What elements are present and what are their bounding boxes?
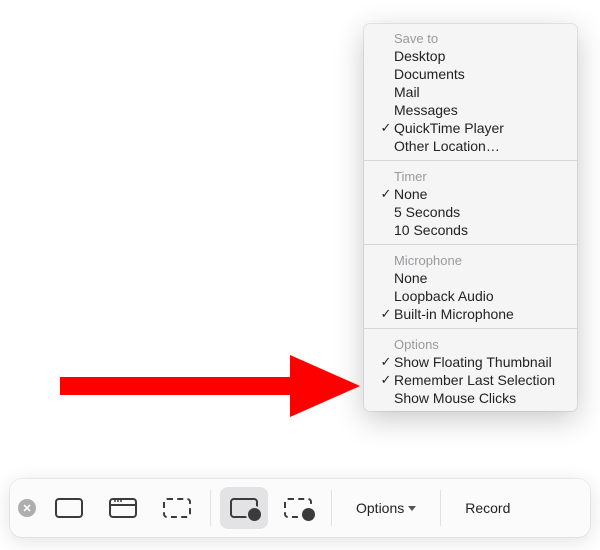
menu-item-timer-none[interactable]: ✓ None	[364, 185, 577, 203]
selection-icon	[163, 498, 191, 518]
menu-item-desktop[interactable]: Desktop	[364, 47, 577, 65]
capture-entire-screen-button[interactable]	[45, 487, 93, 529]
capture-selection-button[interactable]	[153, 487, 201, 529]
menu-item-label: None	[394, 270, 565, 286]
toolbar-divider	[210, 490, 211, 526]
capture-window-button[interactable]	[99, 487, 147, 529]
menu-item-other-location[interactable]: Other Location…	[364, 137, 577, 155]
checkmark-icon: ✓	[378, 186, 394, 202]
checkmark-icon: ✓	[378, 120, 394, 136]
menu-item-label: Loopback Audio	[394, 288, 565, 304]
menu-item-mic-loopback[interactable]: Loopback Audio	[364, 287, 577, 305]
menu-item-label: Show Mouse Clicks	[394, 390, 565, 406]
close-button[interactable]: ✕	[18, 499, 36, 517]
menu-heading-options: Options	[364, 334, 577, 353]
record-button[interactable]: Record	[449, 487, 526, 529]
checkmark-icon: ✓	[378, 372, 394, 388]
toolbar-divider	[440, 490, 441, 526]
menu-divider	[364, 244, 577, 245]
menu-divider	[364, 160, 577, 161]
menu-item-label: Remember Last Selection	[394, 372, 565, 388]
menu-item-label: None	[394, 186, 565, 202]
window-icon	[109, 498, 137, 518]
record-dot-icon	[248, 508, 261, 521]
menu-item-label: QuickTime Player	[394, 120, 565, 136]
menu-item-remember-selection[interactable]: ✓ Remember Last Selection	[364, 371, 577, 389]
record-entire-screen-button[interactable]	[220, 487, 268, 529]
screen-record-icon	[230, 498, 258, 518]
menu-item-timer-5s[interactable]: 5 Seconds	[364, 203, 577, 221]
menu-item-mic-none[interactable]: None	[364, 269, 577, 287]
menu-item-mic-builtin[interactable]: ✓ Built-in Microphone	[364, 305, 577, 323]
menu-item-label: Show Floating Thumbnail	[394, 354, 565, 370]
menu-item-label: 5 Seconds	[394, 204, 565, 220]
screen-icon	[55, 498, 83, 518]
menu-heading-microphone: Microphone	[364, 250, 577, 269]
menu-item-messages[interactable]: Messages	[364, 101, 577, 119]
annotation-arrow-icon	[60, 355, 362, 417]
menu-item-mail[interactable]: Mail	[364, 83, 577, 101]
record-selection-button[interactable]	[274, 487, 322, 529]
options-menu: Save to Desktop Documents Mail Messages …	[364, 24, 577, 411]
menu-item-label: Desktop	[394, 48, 565, 64]
toolbar-divider	[331, 490, 332, 526]
button-label: Record	[465, 500, 510, 516]
menu-item-label: Mail	[394, 84, 565, 100]
menu-item-quicktime-player[interactable]: ✓ QuickTime Player	[364, 119, 577, 137]
menu-item-timer-10s[interactable]: 10 Seconds	[364, 221, 577, 239]
menu-divider	[364, 328, 577, 329]
button-label: Options	[356, 500, 404, 516]
menu-heading-timer: Timer	[364, 166, 577, 185]
menu-item-label: Other Location…	[394, 138, 565, 154]
menu-item-show-mouse-clicks[interactable]: Show Mouse Clicks	[364, 389, 577, 407]
checkmark-icon: ✓	[378, 354, 394, 370]
menu-item-label: Documents	[394, 66, 565, 82]
menu-item-label: Messages	[394, 102, 565, 118]
menu-item-label: 10 Seconds	[394, 222, 565, 238]
menu-heading-save-to: Save to	[364, 28, 577, 47]
menu-item-floating-thumbnail[interactable]: ✓ Show Floating Thumbnail	[364, 353, 577, 371]
record-dot-icon	[302, 508, 315, 521]
screenshot-toolbar: ✕ Options Record	[10, 479, 590, 537]
close-icon: ✕	[22, 502, 31, 515]
menu-item-documents[interactable]: Documents	[364, 65, 577, 83]
menu-item-label: Built-in Microphone	[394, 306, 565, 322]
selection-record-icon	[284, 498, 312, 518]
options-button[interactable]: Options	[340, 487, 432, 529]
checkmark-icon: ✓	[378, 306, 394, 322]
